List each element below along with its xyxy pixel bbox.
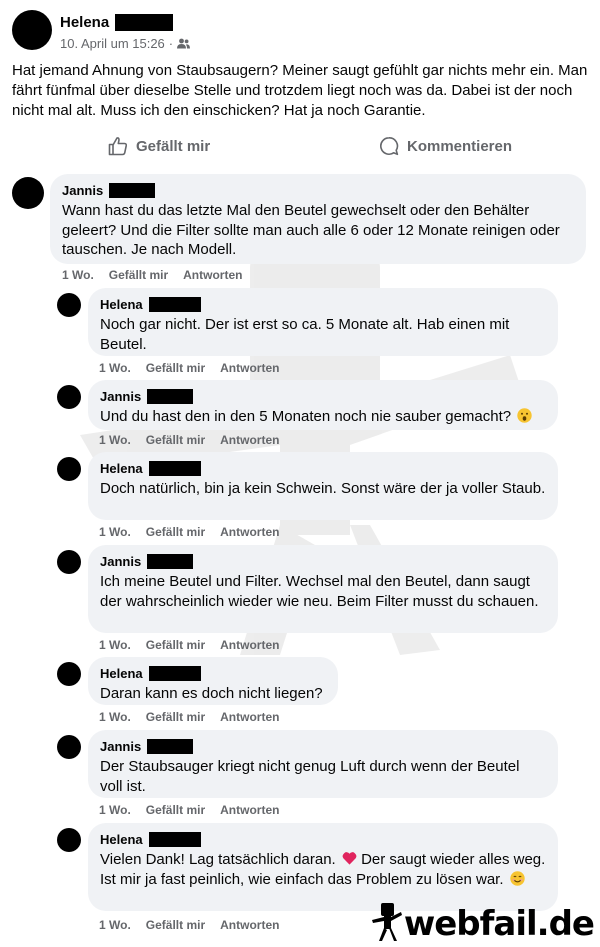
comment-bubble: Jannis Und du hast den in den 5 Monaten … <box>88 380 558 430</box>
comment-actions: 1 Wo. Gefällt mir Antworten <box>99 710 294 724</box>
avatar[interactable] <box>57 662 81 686</box>
avatar[interactable] <box>57 735 81 759</box>
like-label: Gefällt mir <box>136 137 211 155</box>
name-redaction <box>148 460 201 476</box>
comment-time[interactable]: 1 Wo. <box>62 268 94 282</box>
webfail-mascot-icon <box>371 903 402 941</box>
name-redaction <box>147 388 194 404</box>
comment-reply-link[interactable]: Antworten <box>220 525 279 539</box>
comment-bubble-icon <box>380 136 399 156</box>
avatar[interactable] <box>57 385 81 409</box>
avatar[interactable] <box>57 828 81 852</box>
comment-reply-link[interactable]: Antworten <box>220 803 279 817</box>
name-redaction <box>147 553 194 569</box>
comment-like-link[interactable]: Gefällt mir <box>146 638 205 652</box>
comment-text: Und du hast den in den 5 Monaten noch ni… <box>100 408 512 425</box>
comment-reply-link[interactable]: Antworten <box>220 638 279 652</box>
comment-reply-link[interactable]: Antworten <box>220 710 279 724</box>
comment-like-link[interactable]: Gefällt mir <box>146 361 205 375</box>
comment-bubble: Helena Daran kann es doch nicht liegen? <box>88 657 338 705</box>
avatar[interactable] <box>57 550 81 574</box>
comment-bubble: Jannis Ich meine Beutel und Filter. Wech… <box>88 545 558 633</box>
name-redaction <box>147 738 194 754</box>
comment-actions: 1 Wo. Gefällt mir Antworten <box>99 525 294 539</box>
comment-like-link[interactable]: Gefällt mir <box>146 710 205 724</box>
comment-reply-link[interactable]: Antworten <box>220 918 279 932</box>
comment-time[interactable]: 1 Wo. <box>99 803 131 817</box>
logo-text: webfail.de <box>403 904 595 944</box>
avatar[interactable] <box>12 177 44 209</box>
comment-text: Ich meine Beutel und Filter. Wechsel mal… <box>100 573 539 610</box>
comment-actions: 1 Wo. Gefällt mir Antworten <box>99 433 294 447</box>
comment-reply-link[interactable]: Antworten <box>183 268 242 282</box>
comment-like-link[interactable]: Gefällt mir <box>146 433 205 447</box>
name-redaction <box>148 665 201 681</box>
comment-text: Daran kann es doch nicht liegen? <box>100 685 323 702</box>
comment-text: Doch natürlich, bin ja kein Schwein. Son… <box>100 480 546 497</box>
name-redaction <box>148 831 201 847</box>
commenter-name[interactable]: Helena <box>100 297 143 312</box>
webfail-logo: webfail.de <box>371 903 595 944</box>
name-redaction <box>115 13 174 31</box>
commenter-name[interactable]: Helena <box>100 461 143 476</box>
comment-time[interactable]: 1 Wo. <box>99 361 131 375</box>
comment-bubble: Helena Vielen Dank! Lag tatsächlich dara… <box>88 823 558 911</box>
comment-like-link[interactable]: Gefällt mir <box>146 803 205 817</box>
commenter-name[interactable]: Jannis <box>100 739 141 754</box>
like-button[interactable]: Gefällt mir <box>108 136 210 156</box>
avatar[interactable] <box>57 457 81 481</box>
comment-time[interactable]: 1 Wo. <box>99 525 131 539</box>
red-heart-emoji <box>342 852 357 865</box>
comment-bubble: Helena Doch natürlich, bin ja kein Schwe… <box>88 452 558 520</box>
comment-reply-link[interactable]: Antworten <box>220 361 279 375</box>
comment-text: Wann hast du das letzte Mal den Beutel g… <box>62 202 560 258</box>
post-date[interactable]: 10. April um 15:26 <box>60 36 165 51</box>
comment-actions: 1 Wo. Gefällt mir Antworten <box>99 638 294 652</box>
comment-bubble: Jannis Wann hast du das letzte Mal den B… <box>50 174 586 264</box>
comment-bubble: Helena Noch gar nicht. Der ist erst so c… <box>88 288 558 356</box>
comment-time[interactable]: 1 Wo. <box>99 638 131 652</box>
name-redaction <box>148 296 201 312</box>
name-redaction <box>109 182 156 198</box>
comment-time[interactable]: 1 Wo. <box>99 710 131 724</box>
commenter-name[interactable]: Helena <box>100 666 143 681</box>
comment-like-link[interactable]: Gefällt mir <box>109 268 168 282</box>
comment-actions: 1 Wo. Gefällt mir Antworten <box>62 268 257 282</box>
avatar[interactable] <box>57 293 81 317</box>
surprised-emoji <box>517 408 532 423</box>
commenter-name[interactable]: Helena <box>100 832 143 847</box>
friends-icon <box>177 38 191 48</box>
comment-reply-link[interactable]: Antworten <box>220 433 279 447</box>
comment-text: Der Staubsauger kriegt nicht genug Luft … <box>100 758 520 795</box>
post-text: Hat jemand Ahnung von Staubsaugern? Mein… <box>12 62 588 119</box>
comment-time[interactable]: 1 Wo. <box>99 433 131 447</box>
comment-text: Vielen Dank! Lag tatsächlich daran. <box>100 851 336 868</box>
comment-time[interactable]: 1 Wo. <box>99 918 131 932</box>
comment-label: Kommentieren <box>407 137 513 155</box>
comment-actions: 1 Wo. Gefällt mir Antworten <box>99 918 294 932</box>
comment-like-link[interactable]: Gefällt mir <box>146 525 205 539</box>
commenter-name[interactable]: Jannis <box>100 554 141 569</box>
commenter-name[interactable]: Jannis <box>100 389 141 404</box>
comment-button[interactable]: Kommentieren <box>379 136 512 156</box>
comment-actions: 1 Wo. Gefällt mir Antworten <box>99 803 294 817</box>
comment-bubble: Jannis Der Staubsauger kriegt nicht genu… <box>88 730 558 798</box>
thumbs-up-icon <box>108 137 128 156</box>
comment-actions: 1 Wo. Gefällt mir Antworten <box>99 361 294 375</box>
post-header: Helena 10. April um 15:26 · <box>12 10 191 52</box>
post-author[interactable]: Helena <box>60 14 109 31</box>
smiling-emoji <box>509 870 525 886</box>
avatar[interactable] <box>12 10 52 50</box>
comment-text: Noch gar nicht. Der ist erst so ca. 5 Mo… <box>100 316 510 353</box>
commenter-name[interactable]: Jannis <box>62 183 103 198</box>
comment-like-link[interactable]: Gefällt mir <box>146 918 205 932</box>
